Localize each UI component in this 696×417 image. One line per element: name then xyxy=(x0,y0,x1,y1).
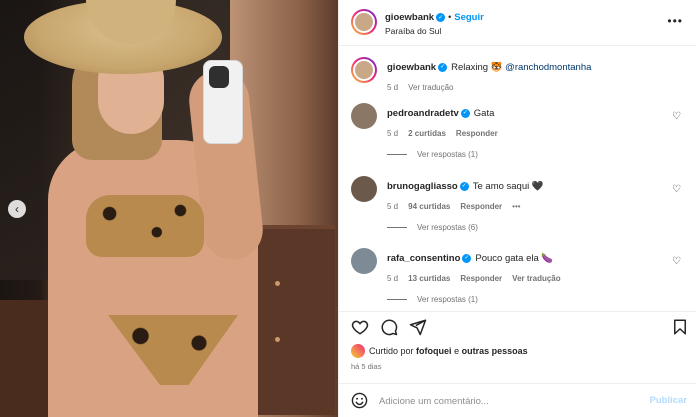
comment-avatar[interactable] xyxy=(351,248,377,274)
comment-icon[interactable] xyxy=(380,318,398,336)
comment-author[interactable]: pedroandradetv xyxy=(387,108,459,119)
likes-prefix: Curtido por xyxy=(369,346,414,356)
comment-avatar[interactable] xyxy=(351,176,377,202)
comment-options-icon[interactable]: ••• xyxy=(512,202,520,211)
verified-icon: ✓ xyxy=(438,62,448,72)
photo-swim-top xyxy=(86,195,204,257)
action-bar xyxy=(339,311,696,339)
caption-age: 5 d xyxy=(387,83,399,92)
comment-like-heart-icon[interactable]: ♡ xyxy=(672,184,681,195)
comment-text: Pouco gata ela 🍆 xyxy=(475,253,554,264)
caption-mention[interactable]: @ranchodmontanha xyxy=(505,62,591,73)
comment-like-heart-icon[interactable]: ♡ xyxy=(672,256,681,267)
comment-reply-button[interactable]: Responder xyxy=(456,129,498,138)
view-replies[interactable]: Ver respostas (1) xyxy=(387,150,478,159)
add-comment-bar: Publicar xyxy=(339,383,696,417)
likes-others-link[interactable]: outras pessoas xyxy=(462,346,528,356)
post-time[interactable]: há 5 dias xyxy=(351,362,381,371)
comment-reply-button[interactable]: Responder xyxy=(460,202,502,211)
separator-dot: • xyxy=(448,12,452,22)
comment-reply-button[interactable]: Responder xyxy=(460,274,502,283)
comment-likes[interactable]: 2 curtidas xyxy=(408,129,446,138)
caption-author[interactable]: gioewbank xyxy=(387,62,436,73)
more-options-icon[interactable]: ••• xyxy=(667,14,683,28)
comment-like-heart-icon[interactable]: ♡ xyxy=(672,111,681,122)
author-handle[interactable]: gioewbank xyxy=(385,12,434,23)
view-replies[interactable]: Ver respostas (6) xyxy=(387,223,478,232)
caption-text: Relaxing 🐯 xyxy=(451,62,503,73)
verified-icon: ✓ xyxy=(459,181,469,191)
likes-conj: e xyxy=(454,346,460,356)
caption-avatar[interactable] xyxy=(351,57,377,83)
share-icon[interactable] xyxy=(409,318,427,336)
post-photo[interactable]: ‹ xyxy=(0,0,338,417)
smile-icon[interactable] xyxy=(351,392,368,409)
photo-phone xyxy=(203,60,243,144)
verified-icon: ✓ xyxy=(460,108,470,118)
post-header: gioewbank ✓ • Seguir Paraíba do Sul ••• xyxy=(339,0,696,46)
comment-likes[interactable]: 94 curtidas xyxy=(408,202,450,211)
liker-handle[interactable]: fofoquei xyxy=(416,346,452,356)
publish-button[interactable]: Publicar xyxy=(650,395,688,406)
comment-age: 5 d xyxy=(387,202,399,211)
carousel-prev-button[interactable]: ‹ xyxy=(8,200,26,218)
post-location[interactable]: Paraíba do Sul xyxy=(385,26,441,36)
follow-button[interactable]: Seguir xyxy=(454,12,484,23)
verified-icon: ✓ xyxy=(436,13,446,23)
comments-list[interactable]: gioewbank ✓ Relaxing 🐯 @ranchodmontanha 5 … xyxy=(339,47,696,309)
author-avatar[interactable] xyxy=(351,9,377,35)
verified-icon: ✓ xyxy=(462,253,472,263)
comment-age: 5 d xyxy=(387,274,399,283)
comment-age: 5 d xyxy=(387,129,399,138)
heart-icon[interactable] xyxy=(351,318,369,336)
comment-translate-link[interactable]: Ver tradução xyxy=(512,274,560,283)
post-side-panel: gioewbank ✓ • Seguir Paraíba do Sul ••• gio… xyxy=(338,0,696,417)
liker-avatar[interactable] xyxy=(351,344,365,358)
likes-summary: Curtido por fofoquei e outras pessoas xyxy=(351,344,528,358)
comment-text: Te amo saqui 🖤 xyxy=(472,181,544,192)
comment-author[interactable]: brunogagliasso xyxy=(387,181,458,192)
comment-avatar[interactable] xyxy=(351,103,377,129)
comment-input[interactable] xyxy=(379,392,629,410)
comment-text: Gata xyxy=(473,108,495,119)
bookmark-icon[interactable] xyxy=(671,318,689,336)
caption-translate-link[interactable]: Ver tradução xyxy=(408,83,453,92)
comment-author[interactable]: rafa_consentino xyxy=(387,253,460,264)
view-replies[interactable]: Ver respostas (1) xyxy=(387,295,478,304)
comment-likes[interactable]: 13 curtidas xyxy=(408,274,450,283)
